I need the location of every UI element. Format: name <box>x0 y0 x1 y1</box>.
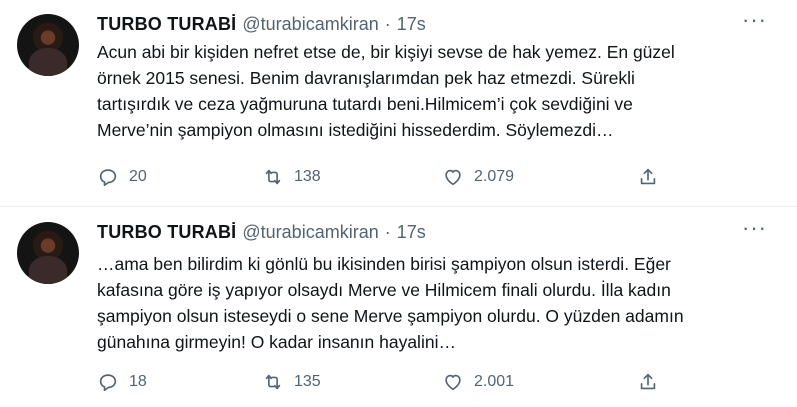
display-name[interactable]: TURBO TURABİ <box>97 222 236 243</box>
like-button[interactable]: 2.079 <box>442 166 514 188</box>
share-icon <box>640 373 656 390</box>
tweet-header: TURBO TURABİ @turabicamkiran · 17s <box>97 220 426 244</box>
tweet[interactable]: TURBO TURABİ @turabicamkiran · 17s ··· A… <box>0 0 797 206</box>
reply-icon <box>99 374 117 392</box>
like-icon <box>445 169 461 186</box>
avatar[interactable] <box>17 14 79 76</box>
reply-button[interactable]: 18 <box>97 371 147 393</box>
reply-count: 18 <box>129 373 147 390</box>
tweet-header: TURBO TURABİ @turabicamkiran · 17s <box>97 12 426 36</box>
separator-dot: · <box>384 221 391 242</box>
avatar[interactable] <box>17 222 79 284</box>
like-button[interactable]: 2.001 <box>442 371 514 393</box>
reply-icon <box>99 169 117 187</box>
tweet-text: Acun abi bir kişiden nefret etse de, bir… <box>97 39 777 143</box>
timestamp[interactable]: 17s <box>397 14 426 35</box>
tweet-text: …ama ben bilirdim ki gönlü bu ikisinden … <box>97 251 777 355</box>
retweet-count: 138 <box>294 168 321 185</box>
retweet-icon <box>265 169 281 185</box>
more-horizontal-icon[interactable]: ··· <box>742 9 767 31</box>
tweet-text-line: Merve’nin şampiyon olmasını istediğini h… <box>97 120 614 140</box>
display-name[interactable]: TURBO TURABİ <box>97 14 236 35</box>
timestamp[interactable]: 17s <box>397 222 426 243</box>
tweet[interactable]: TURBO TURABİ @turabicamkiran · 17s ··· …… <box>0 207 797 407</box>
username-handle[interactable]: @turabicamkiran <box>242 14 378 35</box>
reply-count: 20 <box>129 168 147 185</box>
share-button[interactable] <box>637 371 659 393</box>
like-count: 2.079 <box>474 168 515 185</box>
more-horizontal-icon[interactable]: ··· <box>742 217 767 239</box>
retweet-icon <box>265 374 281 390</box>
separator-dot: · <box>384 13 391 34</box>
tweet-text-line: şampiyon olsun isteseydi o sene Merve şa… <box>97 306 684 326</box>
tweet-text-line: günahına girmeyin! O kadar insanın hayal… <box>97 332 456 352</box>
tweet-text-line: kafasına göre iş yapıyor olsaydı Merve v… <box>97 280 671 300</box>
tweet-text-line: …ama ben bilirdim ki gönlü bu ikisinden … <box>97 254 671 274</box>
retweet-button[interactable]: 135 <box>262 371 321 393</box>
share-icon <box>640 168 656 185</box>
retweet-button[interactable]: 138 <box>262 166 321 188</box>
share-button[interactable] <box>637 166 659 188</box>
tweet-text-line: örnek 2015 senesi. Benim davranışlarımda… <box>97 68 635 88</box>
like-icon <box>445 374 461 391</box>
username-handle[interactable]: @turabicamkiran <box>242 222 378 243</box>
retweet-count: 135 <box>294 373 321 390</box>
tweet-text-line: tartışırdık ve ceza yağmuruna tutardı be… <box>97 94 633 114</box>
reply-button[interactable]: 20 <box>97 166 147 188</box>
tweet-actions: 20 138 2.079 <box>97 163 677 191</box>
like-count: 2.001 <box>474 373 515 390</box>
tweet-actions: 18 135 2.001 <box>97 368 677 396</box>
tweet-text-line: Acun abi bir kişiden nefret etse de, bir… <box>97 42 675 62</box>
